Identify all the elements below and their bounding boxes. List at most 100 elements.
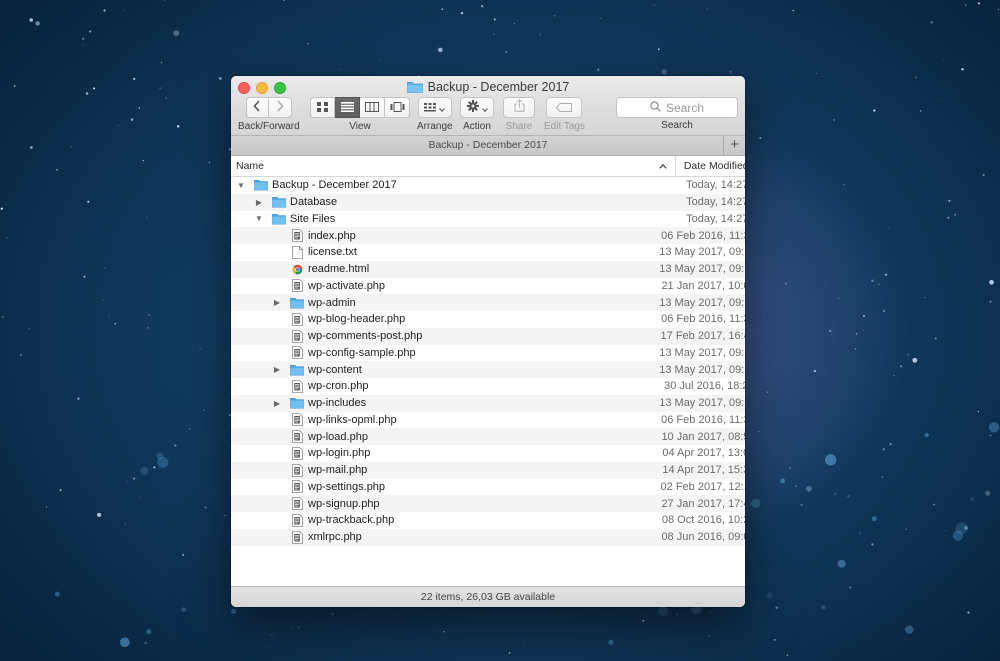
file-row[interactable]: ▼ Site Files Today, 14:27 [231,211,745,228]
file-name-cell: wp-links-opml.php [231,412,653,429]
php-file-icon [290,329,304,343]
file-row[interactable]: wp-load.php 10 Jan 2017, 08:51 [231,428,745,445]
share-icon [514,98,525,117]
file-row[interactable]: wp-blog-header.php 06 Feb 2016, 11:32 [231,311,745,328]
gallery-view-button[interactable] [385,97,410,118]
disclosure-expanded-icon[interactable]: ▼ [236,181,246,190]
file-row[interactable]: wp-cron.php 30 Jul 2016, 18:22 [231,378,745,395]
file-row[interactable]: wp-trackback.php 08 Oct 2016, 10:28 [231,512,745,529]
file-name-cell: xmlrpc.php [231,529,653,546]
file-row[interactable]: wp-comments-post.php 17 Feb 2017, 16:40 [231,327,745,345]
file-row[interactable]: wp-activate.php 21 Jan 2017, 10:05 [231,278,745,295]
text-file-icon [290,245,304,259]
file-date: Today, 14:27 [686,179,745,192]
file-name: license.txt [308,246,357,259]
file-row[interactable]: xmlrpc.php 08 Jun 2016, 09:02 [231,528,745,546]
file-row[interactable]: ▼ Backup - December 2017 Today, 14:27 [231,177,745,194]
new-tab-button[interactable]: + [723,136,745,155]
file-row[interactable]: ▶ wp-includes 13 May 2017, 09:14 [231,394,745,412]
column-view-button[interactable] [360,97,385,118]
file-date: 27 Jan 2017, 17:45 [661,497,745,510]
file-name: wp-signup.php [308,497,380,510]
toolbar: Backup - December 2017 Back/Forward View… [231,76,745,136]
disclosure-expanded-icon[interactable]: ▼ [254,214,264,223]
file-name-cell: wp-trackback.php [231,512,654,529]
file-name-cell: license.txt [231,244,651,261]
search-label: Search [661,120,693,131]
file-name-cell: ▶ wp-includes [231,395,651,412]
file-row[interactable]: wp-mail.php 14 Apr 2017, 15:33 [231,461,745,479]
php-file-icon [290,312,304,326]
php-file-icon [290,430,304,444]
file-date: 04 Apr 2017, 13:07 [662,447,745,460]
folder-icon [272,212,286,225]
name-column-header[interactable]: Name [231,156,676,176]
tab-bar: Backup - December 2017 + [231,136,745,156]
status-bar: 22 items, 26,03 GB available [231,586,745,607]
date-modified-column-header[interactable]: Date Modified [676,156,745,176]
chrome-html-icon [290,263,304,276]
disclosure-collapsed-icon[interactable]: ▶ [254,198,264,207]
file-name: Backup - December 2017 [272,179,397,192]
disclosure-collapsed-icon[interactable]: ▶ [272,298,282,307]
share-button[interactable] [503,97,535,118]
search-icon [650,100,661,115]
file-row[interactable]: license.txt 13 May 2017, 09:14 [231,244,745,261]
icon-view-button[interactable] [310,97,335,118]
disclosure-collapsed-icon[interactable]: ▶ [272,399,282,408]
file-date: 06 Feb 2016, 11:32 [661,313,745,326]
file-row[interactable]: index.php 06 Feb 2016, 11:32 [231,227,745,244]
file-row[interactable]: readme.html 13 May 2017, 09:14 [231,260,745,278]
file-name: wp-blog-header.php [308,313,406,326]
php-file-icon [290,530,304,544]
disclosure-collapsed-icon[interactable]: ▶ [272,365,282,374]
search-field[interactable]: Search [616,97,738,118]
edit-tags-group: Edit Tags [544,97,585,132]
file-name: wp-comments-post.php [308,330,423,343]
action-group: Action [460,97,494,132]
file-name-cell: wp-settings.php [231,479,653,496]
php-file-icon [290,413,304,427]
chevron-right-icon [276,99,284,117]
back-forward-label: Back/Forward [238,121,300,132]
chevron-down-icon [439,99,446,117]
file-row[interactable]: wp-links-opml.php 06 Feb 2016, 11:32 [231,412,745,429]
file-row[interactable]: wp-login.php 04 Apr 2017, 13:07 [231,445,745,462]
php-file-icon [290,229,304,243]
file-name-cell: ▶ wp-admin [231,294,651,311]
file-date: 13 May 2017, 09:14 [659,263,745,276]
list-icon [340,99,354,117]
edit-tags-button[interactable] [546,97,583,118]
file-row[interactable]: ▶ wp-admin 13 May 2017, 09:14 [231,294,745,311]
file-row[interactable]: ▶ Database Today, 14:27 [231,193,745,211]
file-date: 21 Jan 2017, 10:05 [661,279,745,292]
list-view-button[interactable] [335,97,360,118]
file-row[interactable]: wp-signup.php 27 Jan 2017, 17:45 [231,495,745,512]
file-date: 30 Jul 2016, 18:22 [664,380,745,393]
file-row[interactable]: wp-settings.php 02 Feb 2017, 12:10 [231,479,745,496]
folder-icon [254,179,268,192]
search-group: Search Search [616,97,738,131]
share-group: Share [503,97,535,132]
tab-title[interactable]: Backup - December 2017 [428,139,547,151]
file-name: wp-activate.php [308,279,386,292]
columns-icon [365,99,379,117]
file-name: wp-admin [308,296,356,309]
forward-button[interactable] [268,97,292,118]
file-name: wp-includes [308,397,367,410]
arrange-button[interactable] [417,97,452,118]
php-file-icon [290,513,304,527]
sort-ascending-icon [659,156,667,176]
file-row[interactable]: ▶ wp-content 13 May 2017, 09:14 [231,361,745,378]
arrange-grid-icon [424,99,437,117]
php-file-icon [290,346,304,360]
folder-icon [406,81,423,93]
file-name: readme.html [308,263,370,276]
edit-tags-label: Edit Tags [544,121,585,132]
gallery-icon [390,99,405,117]
back-button[interactable] [245,97,269,118]
file-row[interactable]: wp-config-sample.php 13 May 2017, 09:14 [231,345,745,362]
action-button[interactable] [460,97,494,118]
file-name-cell: readme.html [231,261,651,278]
grid-icon [317,99,328,117]
